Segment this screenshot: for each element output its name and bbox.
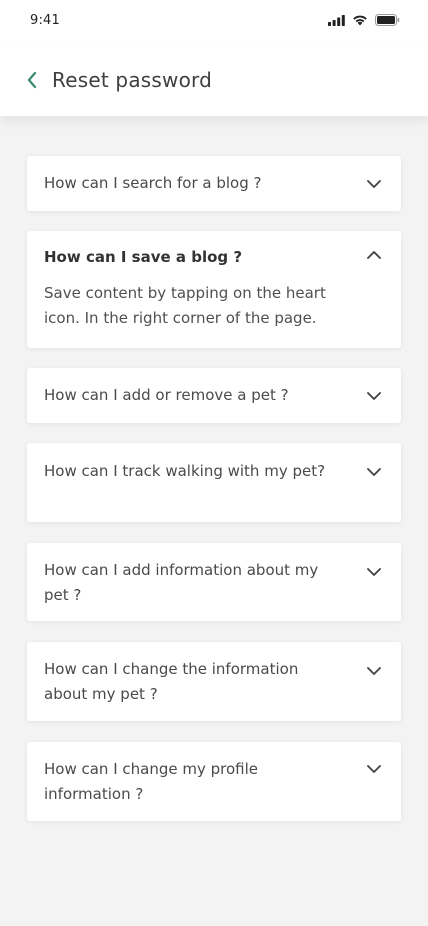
faq-question: How can I add information about my pet ? bbox=[44, 561, 319, 604]
chevron-down-icon[interactable] bbox=[366, 388, 382, 404]
chevron-up-icon[interactable] bbox=[366, 247, 382, 263]
faq-answer: Save content by tapping on the heart ico… bbox=[44, 284, 326, 327]
chevron-down-icon[interactable] bbox=[366, 761, 382, 777]
faq-item-track-walking[interactable]: How can I track walking with my pet? bbox=[27, 443, 401, 522]
faq-question: How can I change the information about m… bbox=[44, 660, 299, 703]
faq-item-search-blog[interactable]: How can I search for a blog ? bbox=[27, 156, 401, 211]
faq-item-change-profile-info[interactable]: How can I change my profile information … bbox=[27, 742, 401, 821]
chevron-down-icon[interactable] bbox=[366, 176, 382, 192]
faq-item-add-remove-pet[interactable]: How can I add or remove a pet ? bbox=[27, 368, 401, 423]
faq-question: How can I search for a blog ? bbox=[44, 174, 262, 192]
faq-item-add-pet-info[interactable]: How can I add information about my pet ? bbox=[27, 543, 401, 621]
faq-item-save-blog[interactable]: How can I save a blog ? Save content by … bbox=[27, 231, 401, 348]
faq-question: How can I change my profile information … bbox=[44, 760, 259, 803]
chevron-down-icon[interactable] bbox=[366, 663, 382, 679]
faq-question: How can I add or remove a pet ? bbox=[44, 386, 289, 404]
chevron-down-icon[interactable] bbox=[366, 464, 382, 480]
faq-question: How can I save a blog ? bbox=[44, 248, 243, 266]
faq-question: How can I track walking with my pet? bbox=[44, 462, 326, 480]
faq-list: How can I search for a blog ? How can I … bbox=[0, 0, 428, 926]
chevron-down-icon[interactable] bbox=[366, 564, 382, 580]
faq-item-change-pet-info[interactable]: How can I change the information about m… bbox=[27, 642, 401, 721]
